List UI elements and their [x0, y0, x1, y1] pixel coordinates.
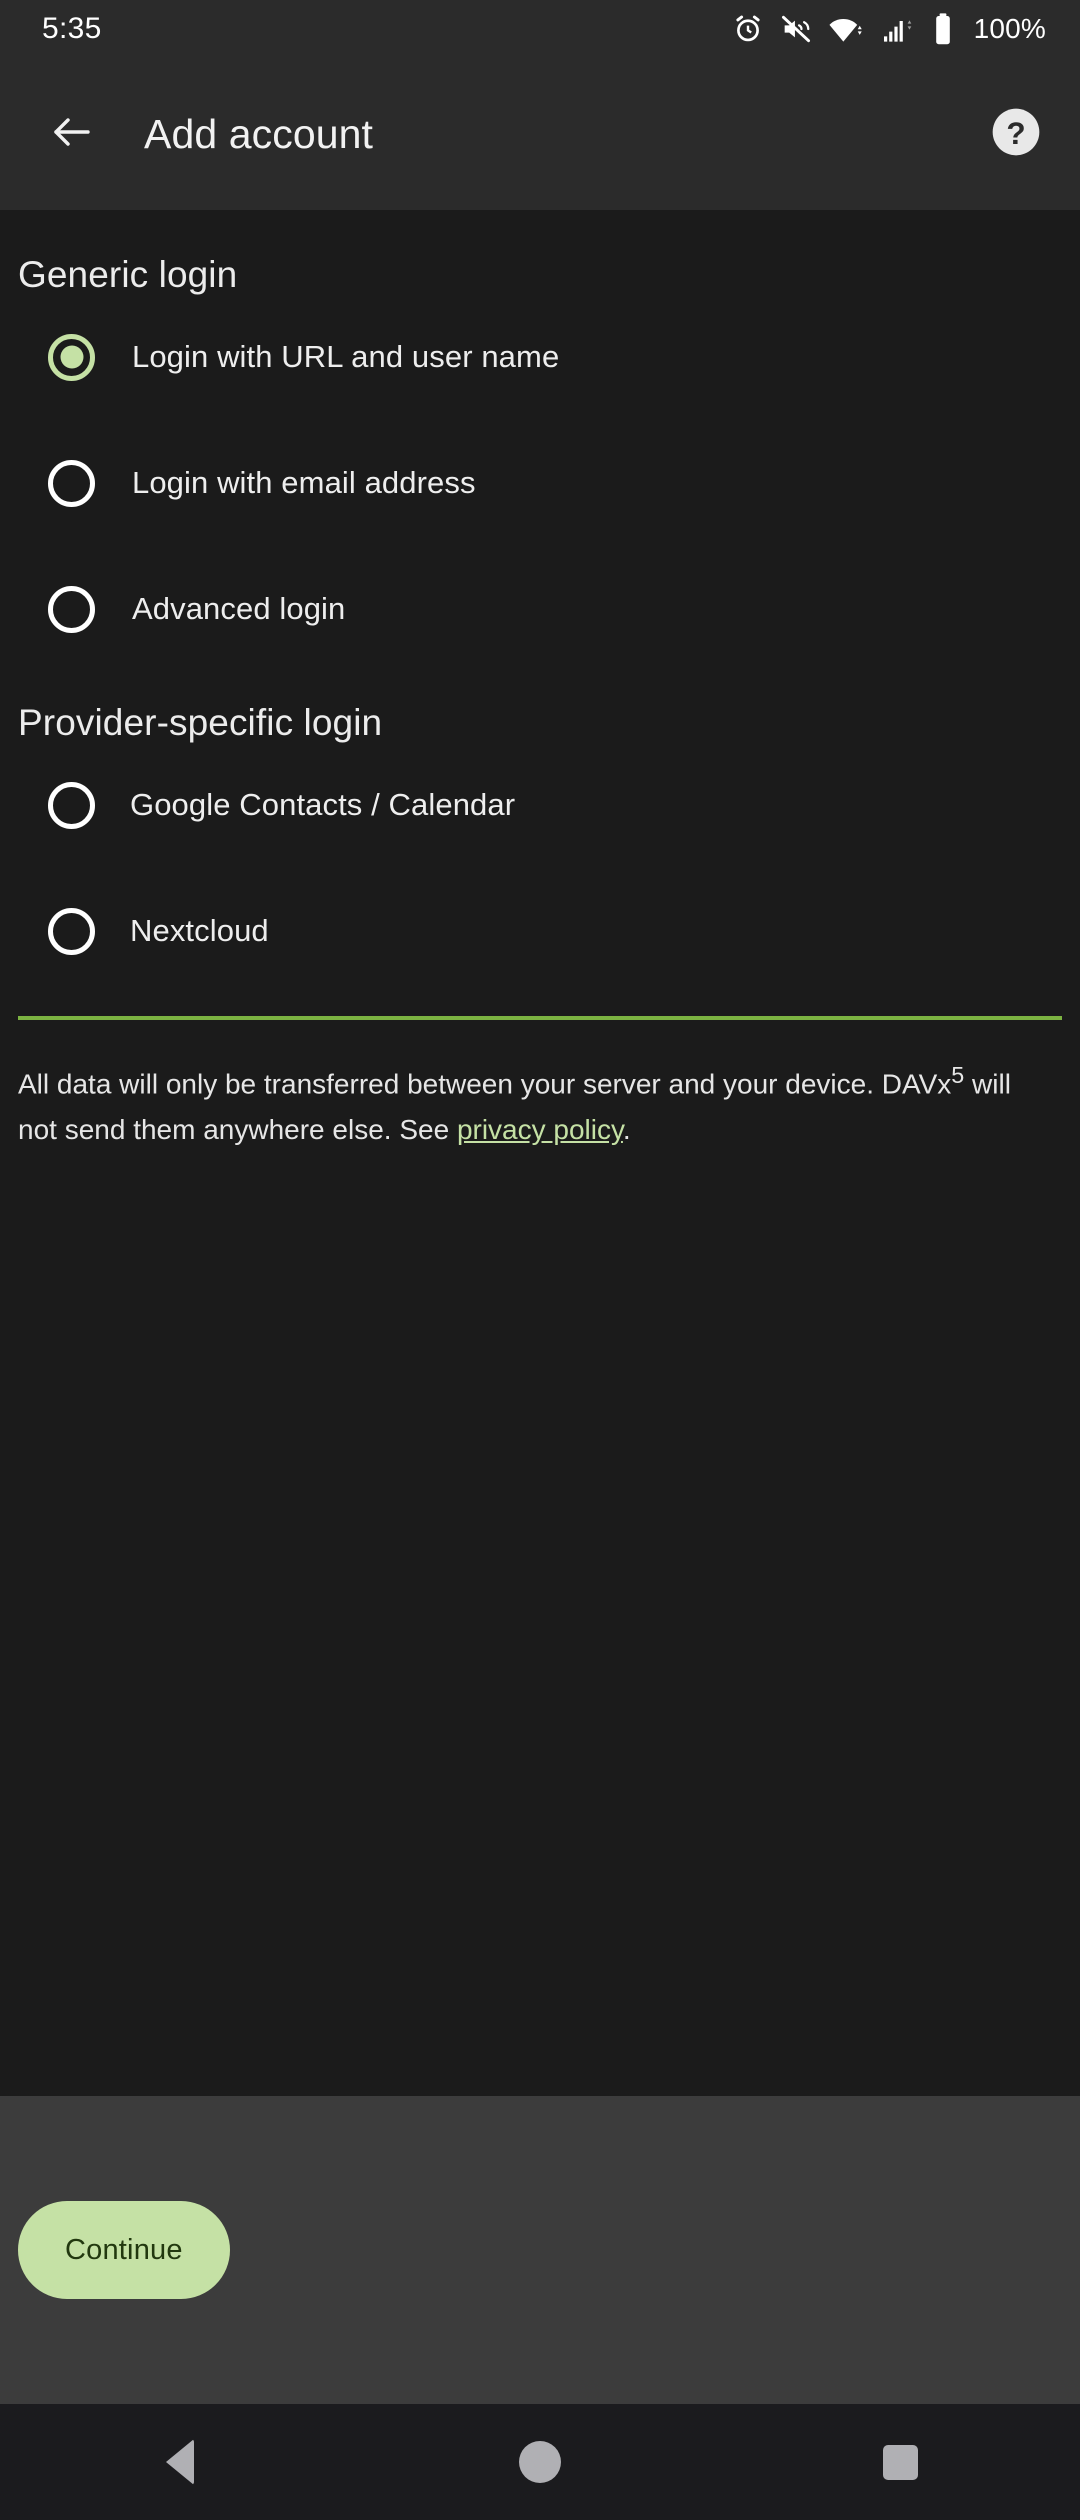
system-navigation-bar: [0, 2404, 1080, 2520]
battery-percent-label: 100%: [973, 13, 1046, 44]
radio-label: Advanced login: [132, 591, 346, 626]
status-icon-group: 100%: [732, 12, 1046, 46]
circle-home-icon: [519, 2441, 561, 2483]
radio-button[interactable]: [48, 907, 95, 955]
privacy-policy-link[interactable]: privacy policy: [457, 1114, 623, 1145]
cellular-signal-icon: [880, 13, 916, 45]
bottom-action-bar: Continue: [0, 2096, 1080, 2404]
radio-option-nextcloud[interactable]: Nextcloud: [0, 892, 1080, 970]
nav-recents-button[interactable]: [820, 2404, 980, 2520]
section-title-generic-login: Generic login: [18, 254, 238, 295]
nav-back-button[interactable]: [100, 2404, 260, 2520]
davx-superscript: 5: [951, 1062, 965, 1088]
svg-text:?: ?: [1006, 114, 1025, 150]
radio-label: Nextcloud: [130, 913, 269, 948]
square-recents-icon: [882, 2444, 918, 2480]
phone-screen: 5:35 100% Add account ? Generic login Lo…: [0, 0, 1080, 2520]
radio-button-selected[interactable]: [48, 333, 95, 381]
privacy-text-before: All data will only be transferred betwee…: [18, 1068, 952, 1100]
arrow-back-icon: [48, 108, 96, 161]
privacy-text-after: .: [622, 1114, 631, 1146]
app-bar: Add account ?: [0, 58, 1080, 210]
radio-option-login-email[interactable]: Login with email address: [0, 444, 1080, 522]
alarm-icon: [732, 13, 764, 45]
privacy-notice: All data will only be transferred betwee…: [0, 1020, 1050, 1153]
radio-button[interactable]: [48, 585, 95, 633]
radio-label: Login with URL and user name: [132, 339, 560, 374]
help-circle-icon: ?: [988, 104, 1044, 165]
nav-home-button[interactable]: [460, 2404, 620, 2520]
page-title: Add account: [144, 110, 374, 157]
help-button[interactable]: ?: [986, 104, 1046, 164]
status-clock: 5:35: [42, 12, 102, 45]
status-bar: 5:35 100%: [0, 0, 1080, 58]
triangle-back-icon: [166, 2439, 194, 2485]
radio-button[interactable]: [48, 459, 95, 507]
main-content: Generic login Login with URL and user na…: [0, 210, 1080, 2096]
radio-button[interactable]: [48, 781, 95, 829]
radio-option-google-contacts-calendar[interactable]: Google Contacts / Calendar: [0, 766, 1080, 844]
continue-button[interactable]: Continue: [18, 2201, 230, 2299]
radio-label: Google Contacts / Calendar: [130, 787, 516, 822]
section-title-provider-specific-login: Provider-specific login: [18, 702, 383, 743]
back-button[interactable]: [32, 94, 112, 174]
wifi-icon: [828, 13, 864, 45]
volume-mute-icon: [780, 13, 812, 45]
radio-option-login-url-username[interactable]: Login with URL and user name: [0, 318, 1080, 396]
radio-option-advanced-login[interactable]: Advanced login: [0, 570, 1080, 648]
radio-label: Login with email address: [132, 465, 476, 500]
battery-icon: [932, 12, 954, 46]
